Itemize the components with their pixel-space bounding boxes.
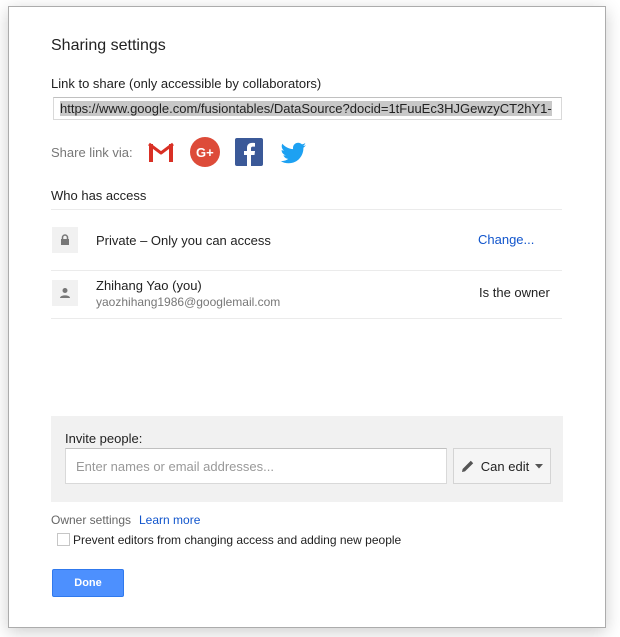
sharing-settings-dialog: Sharing settings Link to share (only acc… <box>8 6 606 628</box>
owner-settings-label: Owner settings <box>51 513 132 527</box>
pencil-icon <box>461 459 475 473</box>
google-plus-icon[interactable]: G+ <box>189 136 221 168</box>
facebook-icon[interactable] <box>233 136 265 168</box>
learn-more-link[interactable]: Learn more <box>139 513 200 527</box>
prevent-editors-label: Prevent editors from changing access and… <box>73 533 402 547</box>
invite-panel: Invite people: Can edit <box>51 416 563 502</box>
person-icon <box>52 280 78 306</box>
change-access-link[interactable]: Change... <box>478 232 534 247</box>
share-via-label: Share link via: <box>51 144 133 160</box>
twitter-icon[interactable] <box>277 136 309 168</box>
gmail-icon[interactable] <box>145 136 177 168</box>
permission-label: Can edit <box>480 458 530 474</box>
share-link-field[interactable]: https://www.google.com/fusiontables/Data… <box>53 97 562 120</box>
divider <box>51 209 562 210</box>
lock-icon <box>52 227 78 253</box>
owner-name: Zhihang Yao (you) <box>96 278 202 293</box>
link-to-share-label: Link to share (only accessible by collab… <box>51 76 322 91</box>
share-via-row: Share link via: G+ <box>51 135 321 169</box>
chevron-down-icon <box>535 463 544 469</box>
svg-text:G+: G+ <box>196 145 214 160</box>
access-level-text: Private – Only you can access <box>96 233 271 248</box>
permission-dropdown[interactable]: Can edit <box>453 448 551 484</box>
prevent-editors-checkbox[interactable] <box>57 533 70 546</box>
divider <box>51 270 562 271</box>
share-link-text: https://www.google.com/fusiontables/Data… <box>60 101 552 116</box>
dialog-title: Sharing settings <box>51 37 166 54</box>
who-has-access-label: Who has access <box>51 188 147 203</box>
done-button[interactable]: Done <box>52 569 124 597</box>
invite-people-input[interactable] <box>65 448 447 484</box>
invite-people-label: Invite people: <box>65 431 143 446</box>
owner-email: yaozhihang1986@googlemail.com <box>96 295 281 309</box>
owner-role: Is the owner <box>479 285 550 300</box>
divider <box>51 318 562 319</box>
